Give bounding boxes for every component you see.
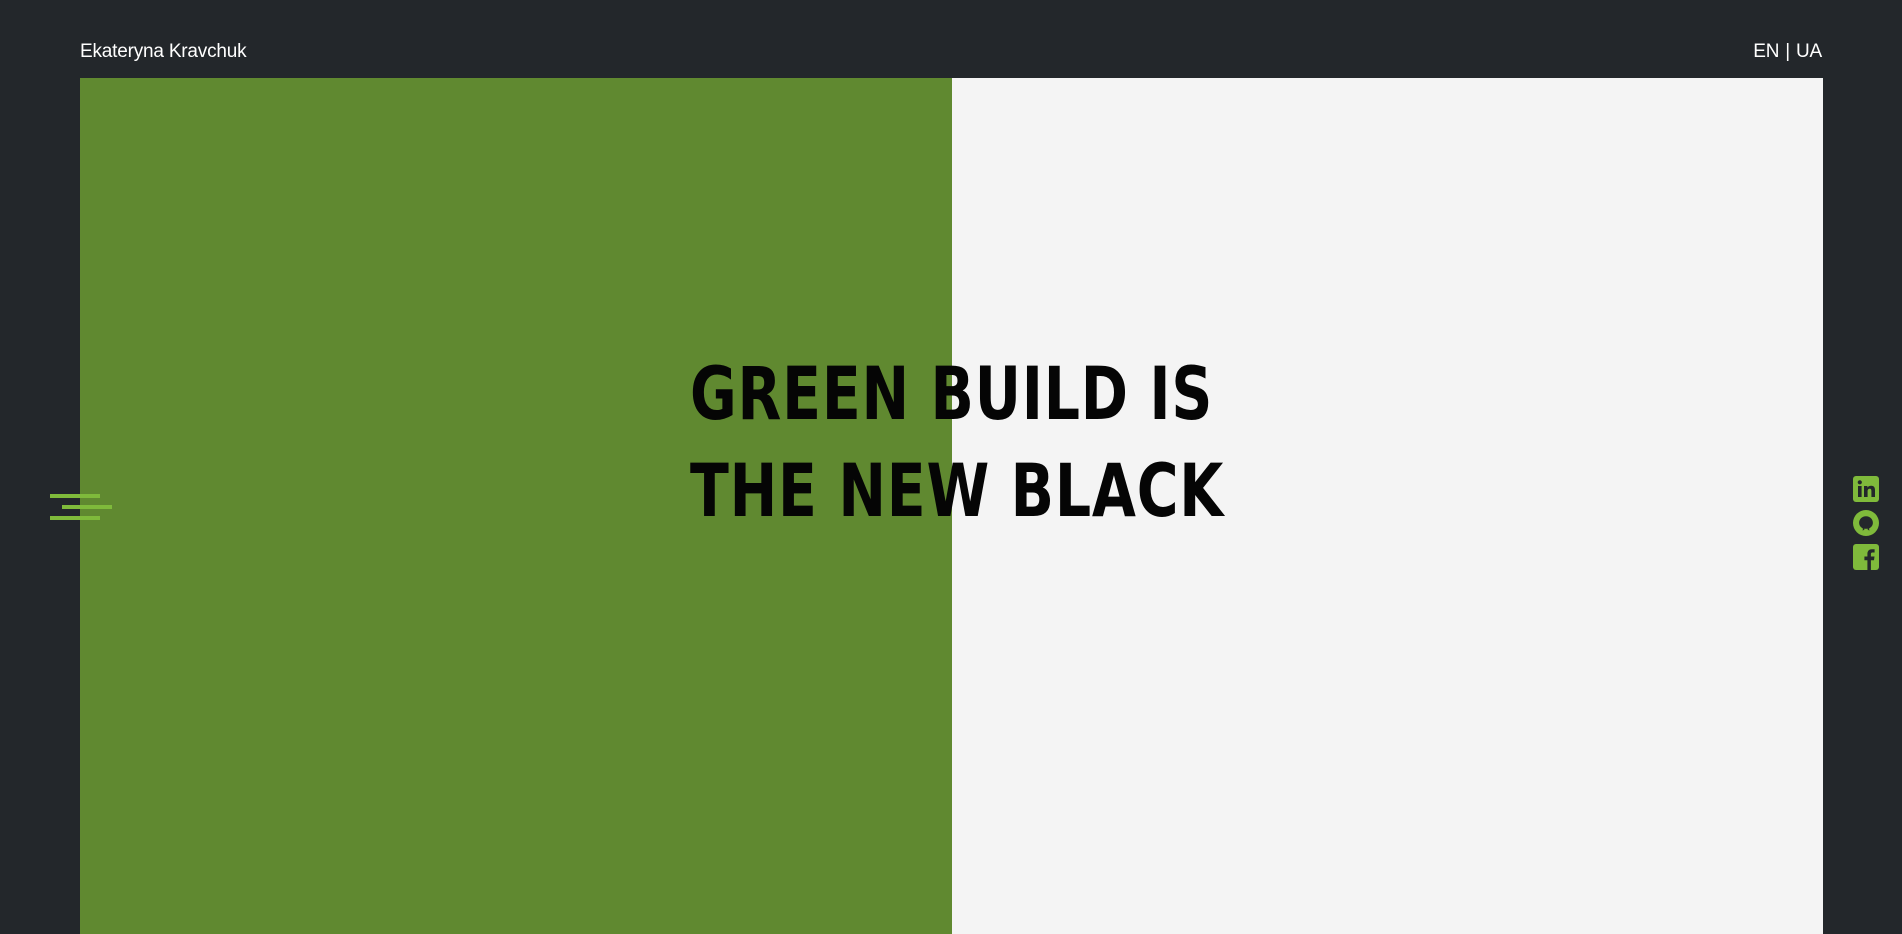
github-icon[interactable] <box>1853 510 1879 536</box>
menu-bar-bottom <box>50 516 100 520</box>
linkedin-icon[interactable] <box>1853 476 1879 502</box>
language-separator: | <box>1785 41 1790 62</box>
language-en-option[interactable]: EN <box>1753 41 1779 63</box>
page: Ekateryna Kravchuk EN | UA GREEN BUILD I… <box>0 0 1902 934</box>
top-bar: Ekateryna Kravchuk EN | UA <box>80 38 1822 66</box>
facebook-icon[interactable] <box>1853 544 1879 570</box>
menu-bar-middle <box>62 505 112 509</box>
brand-name-link[interactable]: Ekateryna Kravchuk <box>80 41 247 63</box>
hamburger-menu-icon[interactable] <box>50 494 112 524</box>
headline-line-2: THE NEW BLACK <box>690 449 1225 534</box>
hero-headline: GREEN BUILD IS THE NEW BLACK <box>690 346 1224 540</box>
language-ua-option[interactable]: UA <box>1796 41 1822 63</box>
menu-bar-top <box>50 494 100 498</box>
language-switcher: EN | UA <box>1753 41 1822 63</box>
social-links <box>1853 476 1879 570</box>
headline-line-1: GREEN BUILD IS <box>690 352 1214 437</box>
